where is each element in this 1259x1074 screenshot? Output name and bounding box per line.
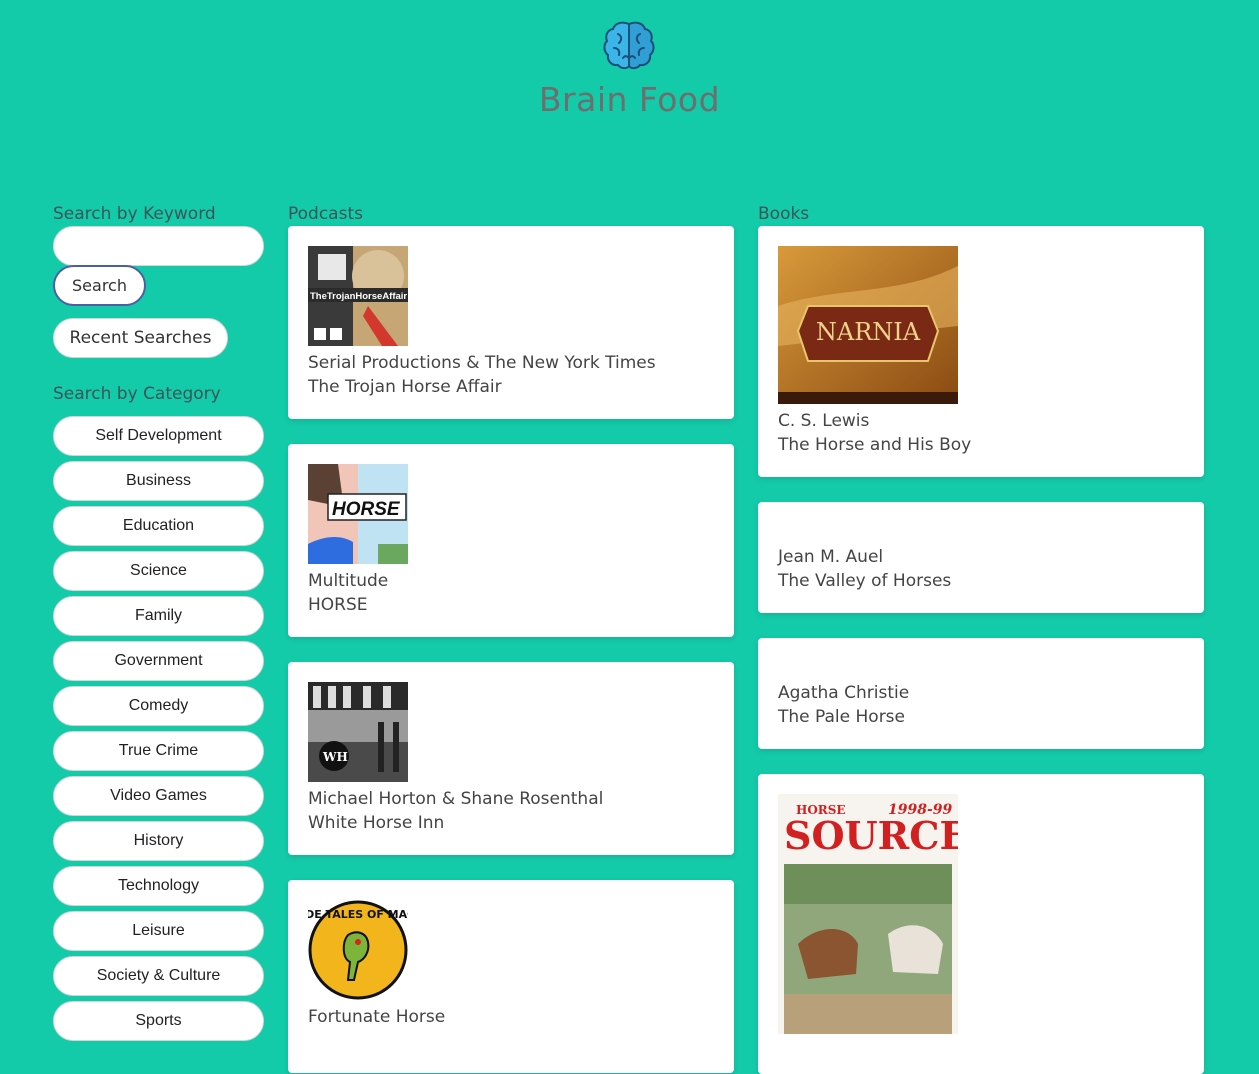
- podcast-card[interactable]: TheTrojanHorseAffair Serial Productions …: [288, 226, 734, 419]
- book-author: C. S. Lewis: [778, 411, 870, 431]
- book-title: The Pale Horse: [778, 707, 906, 727]
- category-science[interactable]: Science: [53, 551, 264, 591]
- book-author: Jean M. Auel: [778, 547, 884, 567]
- keyword-search-input[interactable]: [53, 226, 264, 266]
- podcast-card[interactable]: RUDE TALES OF MAGIC Fortunate Horse: [288, 880, 734, 1073]
- book-title: The Horse and His Boy: [778, 435, 972, 455]
- cover-text: TheTrojanHorseAffair: [310, 291, 407, 302]
- keyword-search-label: Search by Keyword: [53, 204, 216, 224]
- category-list: Self Development Business Education Scie…: [53, 416, 264, 1046]
- cover-text: WH: [322, 750, 348, 764]
- category-society-culture[interactable]: Society & Culture: [53, 956, 264, 996]
- category-government[interactable]: Government: [53, 641, 264, 681]
- brain-icon[interactable]: [602, 18, 656, 72]
- category-sports[interactable]: Sports: [53, 1001, 264, 1041]
- book-author: Agatha Christie: [778, 683, 910, 703]
- podcast-card[interactable]: HORSE Multitude HORSE: [288, 444, 734, 637]
- podcast-author: Multitude: [308, 571, 389, 591]
- podcast-author: Michael Horton & Shane Rosenthal: [308, 789, 604, 809]
- site-header: Brain Food: [0, 0, 1259, 140]
- book-title: The Valley of Horses: [778, 571, 952, 591]
- book-card[interactable]: HORSE 1998-99 SOURCE: [758, 774, 1204, 1074]
- category-true-crime[interactable]: True Crime: [53, 731, 264, 771]
- category-education[interactable]: Education: [53, 506, 264, 546]
- book-card[interactable]: Agatha Christie The Pale Horse: [758, 638, 1204, 749]
- cover-text: HORSE: [332, 499, 401, 520]
- podcast-cover-image: RUDE TALES OF MAGIC: [308, 900, 408, 1000]
- podcast-title: White Horse Inn: [308, 813, 445, 833]
- category-history[interactable]: History: [53, 821, 264, 861]
- podcast-author: Fortunate Horse: [308, 1007, 446, 1027]
- podcast-cover-image: HORSE: [308, 464, 408, 564]
- search-button[interactable]: Search: [53, 265, 146, 306]
- podcast-cover-image: WH: [308, 682, 408, 782]
- podcast-author: Serial Productions & The New York Times: [308, 353, 656, 373]
- category-self-development[interactable]: Self Development: [53, 416, 264, 456]
- book-card[interactable]: Jean M. Auel The Valley of Horses: [758, 502, 1204, 613]
- cover-text: SOURCE: [784, 813, 958, 858]
- podcast-cover-image: TheTrojanHorseAffair: [308, 246, 408, 346]
- cover-text: RUDE TALES OF MAGIC: [308, 908, 408, 921]
- site-title: Brain Food: [538, 80, 721, 119]
- book-card[interactable]: NARNIA C. S. Lewis The Horse and His Boy: [758, 226, 1204, 477]
- recent-searches-button[interactable]: Recent Searches: [53, 318, 228, 358]
- podcast-card[interactable]: WH Michael Horton & Shane Rosenthal Whit…: [288, 662, 734, 855]
- podcast-title: HORSE: [308, 595, 368, 615]
- cover-text: NARNIA: [816, 318, 921, 346]
- books-label: Books: [758, 204, 810, 224]
- category-search-label: Search by Category: [53, 384, 221, 404]
- book-cover-image: HORSE 1998-99 SOURCE: [778, 794, 958, 1034]
- category-leisure[interactable]: Leisure: [53, 911, 264, 951]
- category-family[interactable]: Family: [53, 596, 264, 636]
- category-technology[interactable]: Technology: [53, 866, 264, 906]
- podcasts-label: Podcasts: [288, 204, 363, 224]
- category-business[interactable]: Business: [53, 461, 264, 501]
- category-comedy[interactable]: Comedy: [53, 686, 264, 726]
- book-cover-image: NARNIA: [778, 246, 958, 404]
- category-video-games[interactable]: Video Games: [53, 776, 264, 816]
- podcast-title: The Trojan Horse Affair: [308, 377, 502, 397]
